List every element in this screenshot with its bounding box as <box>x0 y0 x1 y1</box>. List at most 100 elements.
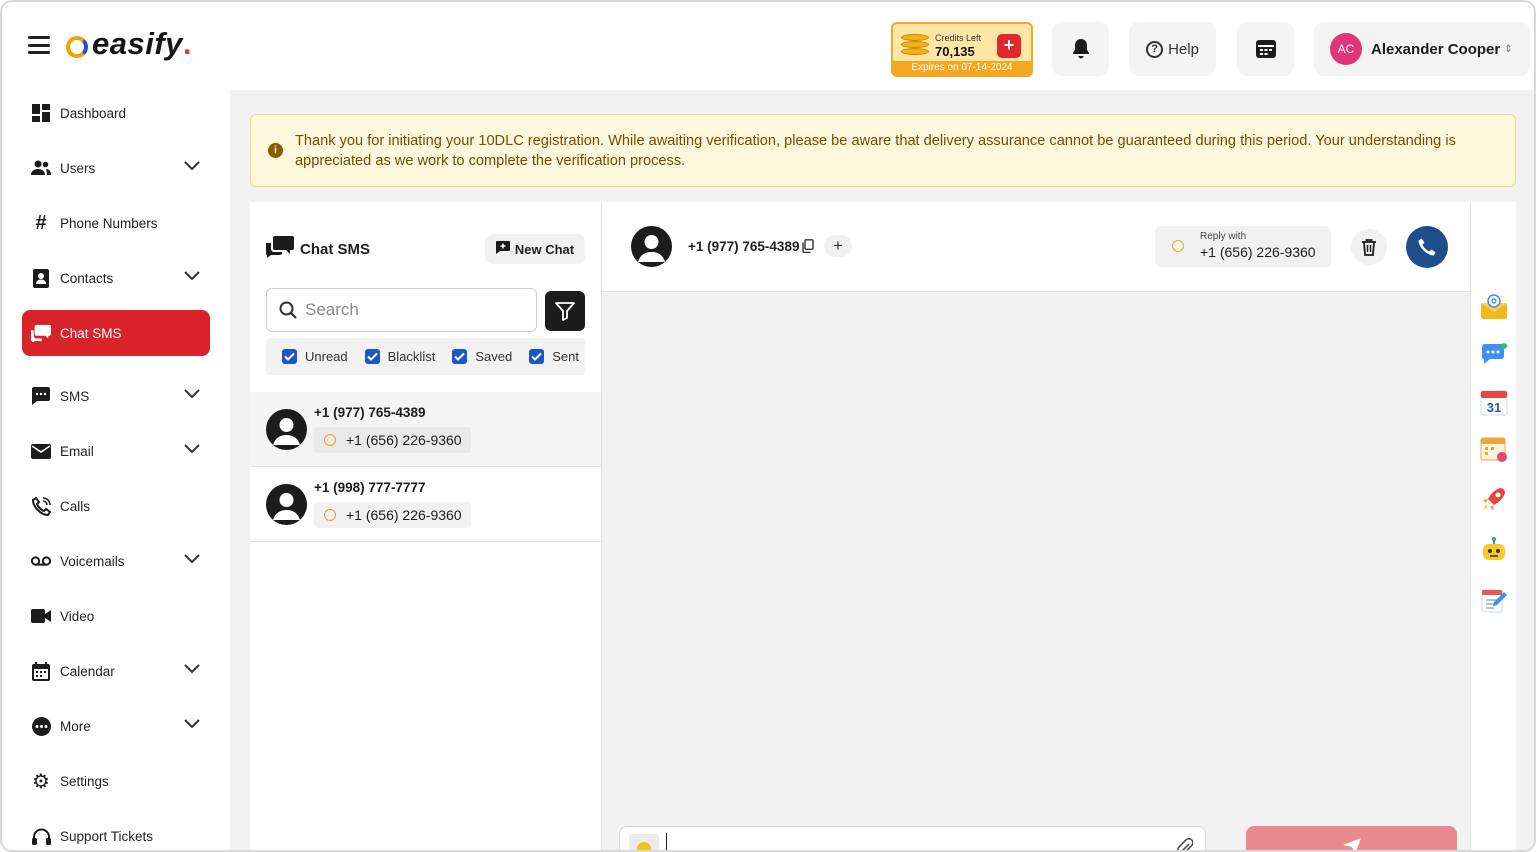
conversation-item[interactable]: +1 (998) 777-7777 +1 (656) 226-9360 <box>250 467 601 542</box>
help-button[interactable]: ? Help <box>1129 22 1216 76</box>
sidebar-item-chat-sms[interactable]: Chat SMS <box>22 310 210 356</box>
contacts-icon <box>31 268 51 288</box>
info-icon: i <box>268 143 283 158</box>
send-icon <box>1342 838 1361 850</box>
calendar-event-icon[interactable] <box>1479 434 1509 464</box>
users-icon <box>31 158 51 178</box>
checkbox-checked-icon <box>452 349 468 364</box>
calendar-button[interactable] <box>1237 22 1294 76</box>
sms-bubble-icon <box>324 509 336 521</box>
add-credits-button[interactable]: + <box>997 34 1021 58</box>
hash-icon: # <box>35 211 47 234</box>
sidebar-item-voicemails[interactable]: Voicemails <box>22 538 210 584</box>
dashboard-icon <box>31 103 51 123</box>
new-chat-button[interactable]: New Chat <box>485 234 585 264</box>
conversation-via: +1 (656) 226-9360 <box>314 502 471 528</box>
logo-text: easify <box>92 26 183 61</box>
sidebar-item-calendar[interactable]: Calendar <box>22 648 210 694</box>
coins-icon <box>901 34 929 56</box>
sidebar-item-label: Calendar <box>60 663 115 679</box>
phone-icon <box>31 496 51 516</box>
calendar-31-icon[interactable]: 31 <box>1479 387 1509 417</box>
sidebar-item-label: Voicemails <box>60 553 125 569</box>
app-logo[interactable]: easify. <box>66 26 192 62</box>
emoji-button[interactable] <box>629 834 659 850</box>
mail-at-icon[interactable] <box>1479 292 1509 322</box>
sms-bubble-icon <box>324 434 336 446</box>
sidebar-item-phone-numbers[interactable]: # Phone Numbers <box>22 200 210 246</box>
paperclip-icon[interactable] <box>1175 837 1194 850</box>
conversation-header: +1 (977) 765-4389 + Reply with +1 (656) … <box>602 202 1470 292</box>
search-input[interactable] <box>305 300 515 320</box>
filter-label: Unread <box>305 349 348 364</box>
bell-icon <box>1072 39 1089 59</box>
add-contact-button[interactable]: + <box>824 235 852 257</box>
credits-widget[interactable]: Credits Left 70,135 + Expires on 07-14-2… <box>891 22 1033 77</box>
sidebar-item-more[interactable]: More <box>22 703 210 749</box>
sidebar-item-sms[interactable]: SMS <box>22 373 210 419</box>
conversation-number: +1 (998) 777-7777 <box>314 480 426 495</box>
avatar: AC <box>1330 33 1362 65</box>
search-box <box>266 288 537 332</box>
chevron-down-icon <box>184 664 200 674</box>
conversation-item[interactable]: +1 (977) 765-4389 +1 (656) 226-9360 <box>250 392 601 467</box>
filter-saved-checkbox[interactable]: Saved <box>452 349 512 364</box>
checkbox-checked-icon <box>364 349 380 364</box>
credits-value: 70,135 <box>935 44 975 59</box>
filter-button[interactable] <box>545 291 585 331</box>
reply-with-label: Reply with <box>1200 231 1247 242</box>
sidebar-item-contacts[interactable]: Contacts <box>22 255 210 301</box>
notes-icon[interactable] <box>1479 585 1509 615</box>
checkbox-checked-icon <box>282 349 297 364</box>
more-icon <box>31 716 51 736</box>
sidebar-item-video[interactable]: Video <box>22 593 210 639</box>
conversation-panel: +1 (977) 765-4389 + Reply with +1 (656) … <box>602 202 1470 850</box>
conversation-via: +1 (656) 226-9360 <box>314 427 471 453</box>
top-header: easify. Credits Left 70,135 + Expires on… <box>2 2 1534 90</box>
sidebar-item-support-tickets[interactable]: Support Tickets <box>22 813 210 850</box>
filter-label: Sent <box>552 349 579 364</box>
sidebar-item-calls[interactable]: Calls <box>22 483 210 529</box>
bot-icon[interactable] <box>1479 535 1509 565</box>
svg-text:31: 31 <box>1487 400 1501 415</box>
sidebar-item-label: Chat SMS <box>60 325 122 341</box>
filter-checkboxes: Unread Blacklist Saved Sent <box>266 338 585 375</box>
voicemail-icon <box>31 551 51 571</box>
user-menu[interactable]: AC Alexander Cooper ⇕ <box>1314 22 1530 76</box>
reply-with-selector[interactable]: Reply with +1 (656) 226-9360 <box>1155 226 1331 267</box>
sidebar-item-label: Video <box>60 608 95 624</box>
menu-toggle-icon[interactable] <box>28 36 50 54</box>
contact-avatar-icon <box>266 409 307 450</box>
filter-sent-checkbox[interactable]: Sent <box>529 349 579 364</box>
trash-icon <box>1362 239 1376 256</box>
contact-avatar-icon <box>631 226 672 267</box>
chat-bubble-icon[interactable] <box>1479 340 1509 370</box>
banner-message: Thank you for initiating your 10DLC regi… <box>295 133 1456 169</box>
rocket-icon[interactable] <box>1479 484 1509 514</box>
sidebar-item-settings[interactable]: ⚙ Settings <box>22 758 210 804</box>
user-name: Alexander Cooper <box>1371 40 1501 58</box>
delete-conversation-button[interactable] <box>1351 229 1387 265</box>
sidebar-item-email[interactable]: Email <box>22 428 210 474</box>
sidebar-item-dashboard[interactable]: Dashboard <box>22 90 210 136</box>
filter-blacklist-checkbox[interactable]: Blacklist <box>364 349 436 364</box>
chevron-down-icon <box>184 719 200 729</box>
message-input[interactable] <box>666 833 1146 850</box>
contact-avatar-icon <box>266 484 307 525</box>
credits-expiry: Expires on 07-14-2024 <box>893 61 1031 75</box>
new-chat-label: New Chat <box>514 241 575 257</box>
notifications-button[interactable] <box>1052 22 1109 76</box>
registration-banner: i Thank you for initiating your 10DLC re… <box>250 114 1516 187</box>
sidebar-item-users[interactable]: Users <box>22 145 210 191</box>
filter-label: Blacklist <box>387 349 436 364</box>
call-button[interactable] <box>1406 226 1448 268</box>
filter-unread-checkbox[interactable]: Unread <box>282 349 348 364</box>
sidebar-item-label: Phone Numbers <box>60 215 158 231</box>
sidebar-item-label: Support Tickets <box>60 828 154 844</box>
app-window: easify. Credits Left 70,135 + Expires on… <box>0 0 1536 852</box>
sidebar-item-label: Contacts <box>60 270 114 286</box>
video-icon <box>31 606 51 626</box>
new-chat-icon <box>495 241 510 257</box>
copy-icon[interactable] <box>802 239 814 258</box>
send-button[interactable] <box>1246 826 1457 850</box>
